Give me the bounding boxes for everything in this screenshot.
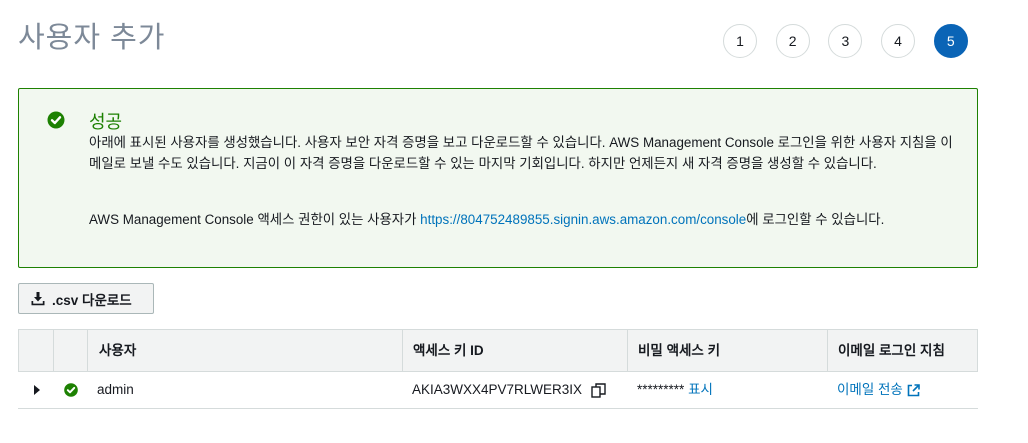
console-login-link[interactable]: https://804752489855.signin.aws.amazon.c…: [420, 212, 746, 227]
send-email-link[interactable]: 이메일 전송: [837, 382, 903, 397]
copy-icon[interactable]: [591, 383, 606, 398]
access-key-id-value: AKIA3WXX4PV7RLWER3IX: [412, 382, 583, 397]
console-login-message: AWS Management Console 액세스 권한이 있는 사용자가 h…: [89, 210, 969, 230]
status-column-header: [54, 330, 88, 371]
expand-caret-icon[interactable]: [34, 385, 40, 395]
success-alert: 성공 아래에 표시된 사용자를 생성했습니다. 사용자 보안 자격 증명을 보고…: [18, 88, 978, 268]
success-status-icon: [64, 383, 78, 397]
show-secret-link[interactable]: 표시: [688, 382, 713, 397]
table-row: admin AKIA3WXX4PV7RLWER3IX ********* 표시 …: [18, 372, 978, 409]
external-link-icon[interactable]: [907, 384, 920, 397]
expand-column-header: [18, 330, 54, 371]
add-user-page: 사용자 추가 1 2 3 4 5 성공 아래에 표시된 사용자를 생성했습니다.…: [0, 0, 1028, 443]
console-message-suffix: 에 로그인할 수 있습니다.: [746, 212, 885, 227]
secret-access-key-cell: ********* 표시: [637, 372, 713, 408]
column-header-secret-access-key[interactable]: 비밀 액세스 키: [628, 330, 828, 371]
console-message-prefix: AWS Management Console 액세스 권한이 있는 사용자가: [89, 212, 421, 227]
step-3[interactable]: 3: [828, 24, 863, 58]
user-name-cell: admin: [97, 382, 134, 397]
check-circle-icon: [47, 111, 65, 129]
download-csv-button[interactable]: .csv 다운로드: [18, 283, 154, 314]
alert-message: 아래에 표시된 사용자를 생성했습니다. 사용자 보안 자격 증명을 보고 다운…: [89, 135, 953, 171]
column-header-user[interactable]: 사용자: [88, 330, 403, 371]
alert-title: 성공: [89, 112, 123, 132]
step-5[interactable]: 5: [933, 24, 968, 58]
page-title: 사용자 추가: [18, 22, 166, 54]
download-csv-label: .csv 다운로드: [52, 292, 132, 308]
step-4[interactable]: 4: [881, 24, 916, 58]
step-2[interactable]: 2: [775, 24, 810, 58]
wizard-steps: 1 2 3 4 5: [723, 24, 986, 58]
download-icon: [31, 291, 45, 305]
column-header-email-instructions[interactable]: 이메일 로그인 지침: [828, 330, 978, 371]
access-key-id-cell: AKIA3WXX4PV7RLWER3IX: [412, 372, 606, 408]
column-header-access-key-id[interactable]: 액세스 키 ID: [403, 330, 628, 371]
email-instructions-cell: 이메일 전송: [837, 372, 920, 408]
step-1[interactable]: 1: [723, 24, 757, 58]
table-header: 사용자 액세스 키 ID 비밀 액세스 키 이메일 로그인 지침: [18, 329, 978, 372]
secret-masked-value: *********: [637, 382, 685, 397]
